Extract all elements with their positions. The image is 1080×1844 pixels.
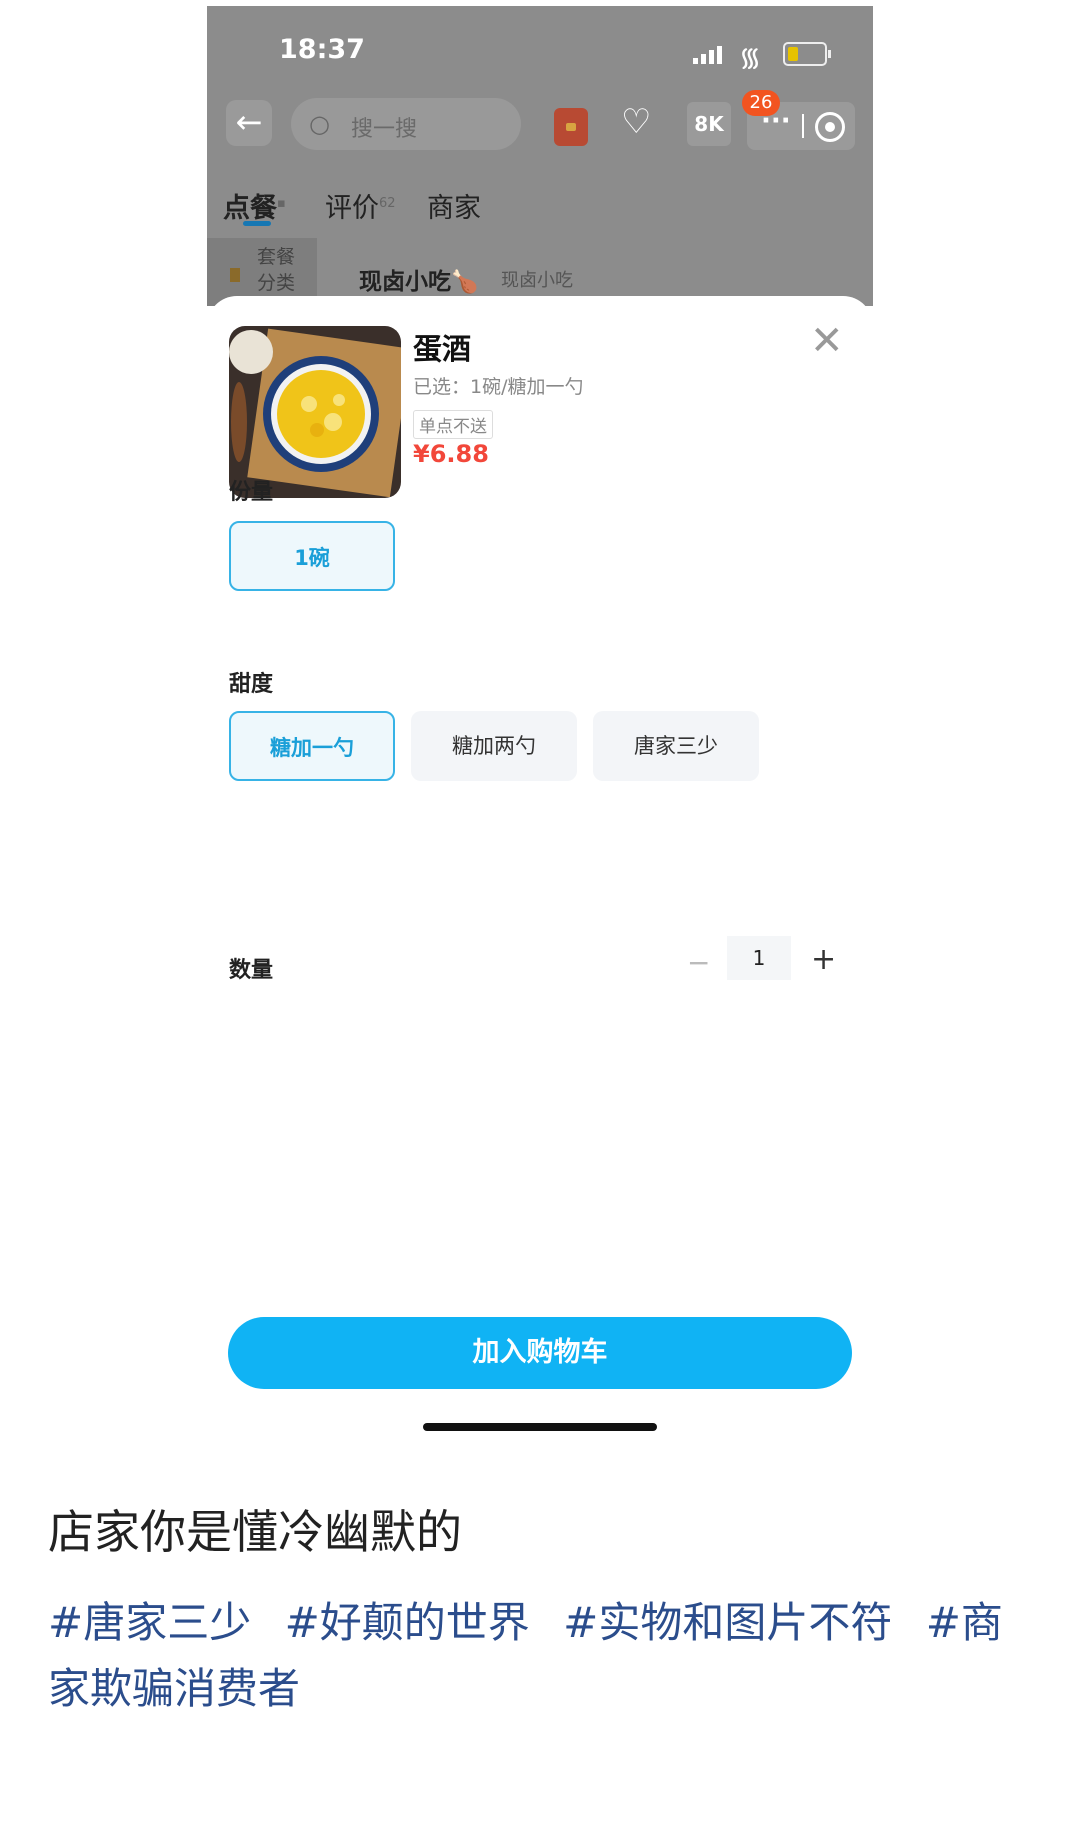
portion-option-1[interactable]: 1碗 <box>229 521 395 591</box>
sidebar-label-1: 套餐 <box>257 246 296 268</box>
product-tag: 单点不送 <box>413 410 493 439</box>
notification-badge: 26 <box>742 90 780 116</box>
add-to-cart-button[interactable]: 加入购物车 <box>228 1317 852 1389</box>
dimmed-background-page[interactable]: 18:37 ᯾ ← ○ 搜一搜 ♡ 8K ··· 26 点餐▪ 评价62 商家 <box>207 6 873 306</box>
post-hashtags: #唐家三少 #好颠的世界 #实物和图片不符 #商家欺骗消费者 <box>48 1590 1028 1722</box>
search-icon: ○ <box>309 110 330 138</box>
portion-title: 份量 <box>229 480 274 505</box>
category-icon <box>230 268 240 282</box>
hashtag-link[interactable]: #实物和图片不符 <box>563 1598 892 1647</box>
post-caption: 店家你是懂冷幽默的 <box>48 1505 462 1559</box>
tab-merchant[interactable]: 商家 <box>427 186 481 225</box>
signal-icon <box>693 46 727 64</box>
tab-underline <box>243 221 271 226</box>
sweetness-title: 甜度 <box>229 672 274 697</box>
home-indicator <box>423 1423 657 1431</box>
product-name: 蛋酒 <box>413 332 472 366</box>
tab-order[interactable]: 点餐▪ <box>223 186 286 225</box>
wifi-icon: ᯾ <box>739 43 762 73</box>
phone-screenshot: 18:37 ᯾ ← ○ 搜一搜 ♡ 8K ··· 26 点餐▪ 评价62 商家 <box>207 6 873 1456</box>
drumstick-icon: 🍗 <box>451 270 479 295</box>
quantity-value[interactable]: 1 <box>727 936 791 980</box>
back-icon[interactable]: ← <box>226 100 272 146</box>
sweetness-option-2[interactable]: 糖加两勺 <box>411 711 577 781</box>
close-miniapp-icon[interactable] <box>815 112 845 142</box>
hashtag-link[interactable]: #好颠的世界 <box>285 1598 530 1647</box>
sweetness-option-1[interactable]: 糖加一勺 <box>229 711 395 781</box>
status-time: 18:37 <box>279 34 365 65</box>
search-input[interactable]: ○ 搜一搜 <box>291 98 521 150</box>
close-icon[interactable]: ✕ <box>810 318 844 364</box>
quantity-plus-button[interactable]: + <box>811 942 836 977</box>
category-title: 现卤小吃🍗 <box>359 269 479 295</box>
quantity-minus-button[interactable]: − <box>687 946 710 979</box>
product-price: ¥6.88 <box>413 440 489 468</box>
quantity-title: 数量 <box>229 958 274 983</box>
product-image <box>229 326 401 498</box>
selected-options-text: 已选：1碗/糖加一勺 <box>413 376 584 398</box>
tab-reviews[interactable]: 评价62 <box>325 186 396 225</box>
search-placeholder: 搜一搜 <box>351 117 418 142</box>
sweetness-option-3[interactable]: 唐家三少 <box>593 711 759 781</box>
category-subtitle: 现卤小吃 <box>501 270 573 291</box>
sidebar-label-2: 分类 <box>257 272 296 294</box>
product-options-sheet: 蛋酒 已选：1碗/糖加一勺 单点不送 ¥6.88 ✕ 份量 1碗 甜度 糖加一勺… <box>207 296 873 1456</box>
favorite-add-icon[interactable]: ♡ <box>621 102 651 142</box>
scan-icon[interactable]: 8K <box>687 102 731 146</box>
battery-icon <box>783 42 831 66</box>
red-packet-icon[interactable] <box>554 108 588 146</box>
hashtag-link[interactable]: #唐家三少 <box>48 1598 251 1647</box>
